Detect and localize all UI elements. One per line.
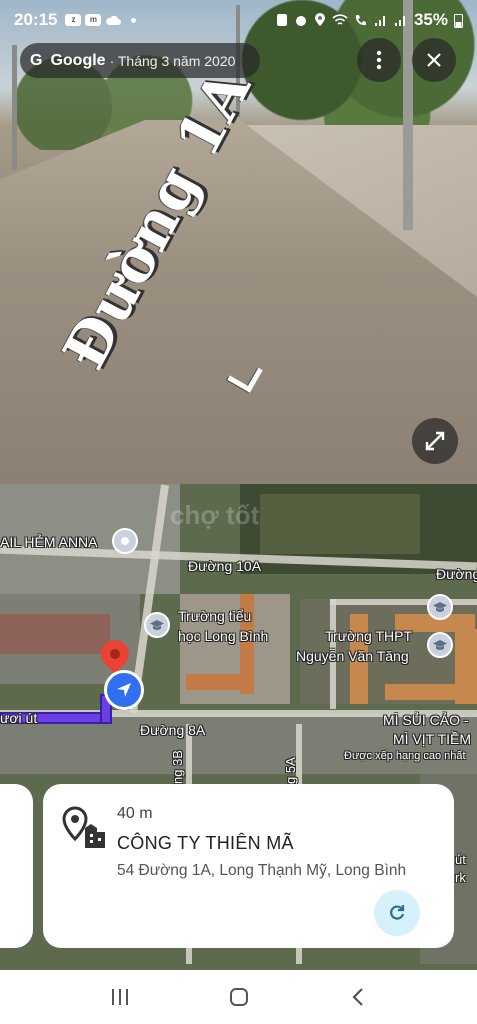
call-icon [355, 15, 366, 26]
building-roof [385, 684, 455, 700]
road-label: Đường [436, 566, 477, 582]
dot-icon [131, 17, 137, 23]
zalo-icon: z [65, 14, 82, 26]
expand-button[interactable] [412, 418, 458, 464]
restaurant-rating-label: Được xếp hạng cao nhất [344, 750, 466, 762]
refresh-icon [390, 905, 405, 920]
place-label[interactable]: rk [455, 870, 466, 885]
capture-date: · Tháng 3 năm 2020 [109, 52, 236, 69]
utility-pole [12, 45, 17, 170]
school-label[interactable]: Nguyễn Văn Tăng [296, 648, 409, 664]
place-info-card[interactable]: 40 m CÔNG TY THIÊN MÃ 54 Đường 1A, Long … [43, 784, 454, 948]
current-location-marker[interactable] [104, 670, 144, 710]
cloud-icon [106, 15, 122, 25]
street-view-panel[interactable]: Đường 1A 20:15 z m 35% G Google · Tháng … [0, 0, 477, 484]
close-icon [427, 53, 441, 67]
provider-name: Google [50, 51, 106, 69]
road-label: Đường 10A [188, 558, 262, 574]
road-label: ng 3B [170, 750, 185, 784]
place-pin[interactable] [112, 528, 138, 554]
battery-level: 35% [413, 10, 448, 29]
google-g-icon: G [30, 51, 43, 69]
school-label[interactable]: Trường tiểu [178, 608, 251, 624]
expand-icon [425, 431, 445, 451]
back-button[interactable] [338, 977, 378, 1017]
home-button[interactable] [219, 977, 259, 1017]
road-label: g 5A [283, 757, 298, 784]
wifi-icon [332, 13, 348, 25]
street-view-attribution[interactable]: G Google · Tháng 3 năm 2020 [20, 43, 260, 78]
more-options-button[interactable] [357, 38, 401, 82]
battery-icon [454, 13, 463, 28]
road [330, 599, 477, 605]
place-label[interactable]: ươi út [0, 710, 37, 726]
restaurant-label[interactable]: MÌ VỊT TIỀM [393, 731, 471, 747]
previous-card-peek[interactable] [0, 784, 33, 948]
watermark: chợ tốt [170, 500, 260, 530]
school-icon [433, 640, 447, 650]
place-pin-icon [61, 806, 111, 855]
distance-text: 40 m [117, 805, 153, 822]
school-pin[interactable] [427, 594, 453, 620]
place-label[interactable]: út [455, 852, 466, 867]
school-icon [150, 620, 164, 630]
place-address: 54 Đường 1A, Long Thạnh Mỹ, Long Bình [117, 862, 407, 879]
momo-icon: m [85, 14, 102, 26]
more-vert-icon [376, 50, 382, 70]
school-label[interactable]: học Long Bình [178, 628, 268, 644]
close-button[interactable] [412, 38, 456, 82]
vegetation-block [260, 494, 420, 554]
signal-icon [374, 16, 385, 26]
location-icon [314, 13, 325, 26]
place-label[interactable]: AIL HẺM ANNA [0, 534, 98, 550]
rooftops [0, 614, 110, 654]
status-time: 20:15 [14, 10, 58, 29]
school-pin[interactable] [144, 612, 170, 638]
road-label: Đường 8A [140, 722, 206, 738]
recent-apps-button[interactable] [100, 977, 140, 1017]
recents-icon [111, 989, 128, 1005]
place-name: CÔNG TY THIÊN MÃ [117, 833, 294, 853]
notification-icons: z m [65, 14, 137, 26]
status-icons-right: 35% [276, 10, 463, 30]
home-icon [229, 988, 248, 1006]
system-navigation-bar [0, 970, 477, 1024]
signal-icon [394, 16, 405, 26]
refresh-button[interactable] [374, 890, 420, 936]
back-icon [351, 988, 363, 1006]
building-roof [455, 629, 477, 704]
school-pin[interactable] [427, 632, 453, 658]
status-bar: 20:15 z m 35% [0, 0, 477, 40]
alarm-icon [295, 16, 306, 26]
navigation-arrow-icon [117, 683, 131, 697]
building-roof [186, 674, 246, 690]
place-dot-icon [121, 537, 129, 545]
sim-icon [276, 14, 287, 26]
restaurant-label[interactable]: MÌ SỦI CẢO - [383, 712, 469, 728]
school-label[interactable]: Trường THPT [325, 628, 412, 644]
school-icon [433, 602, 447, 612]
